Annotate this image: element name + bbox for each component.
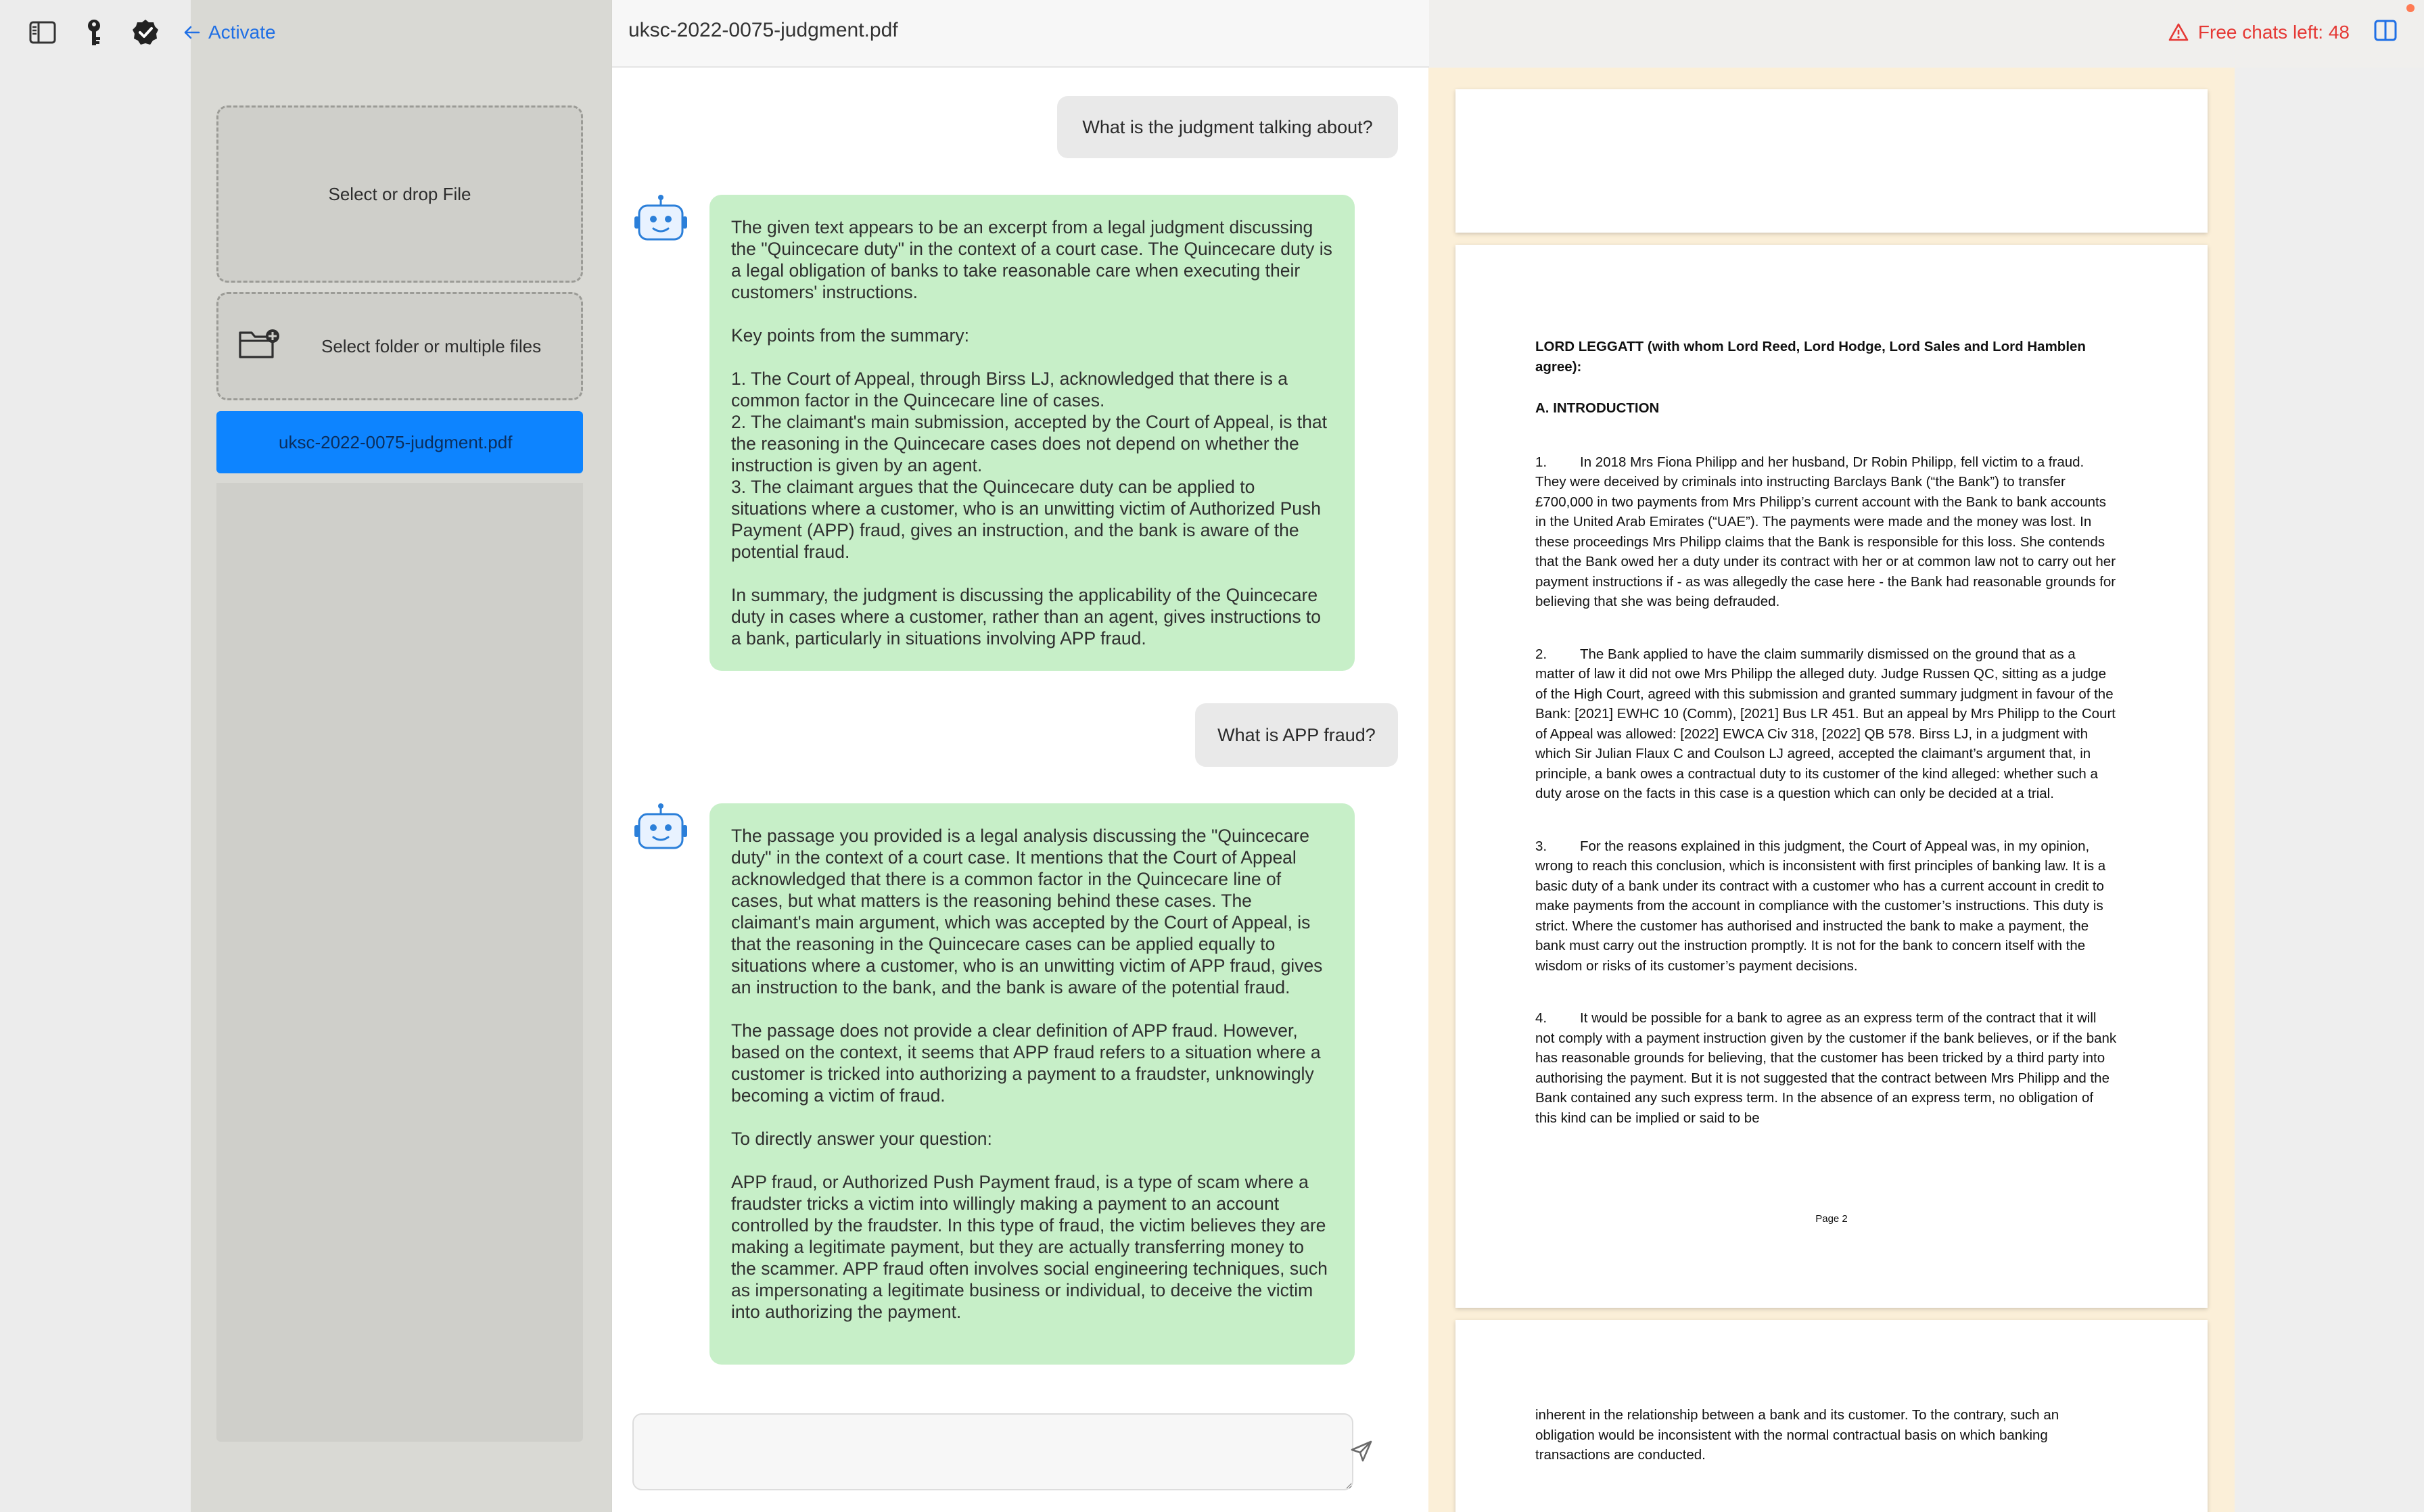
top-right-status: Free chats left: 48 [2168, 19, 2397, 45]
pdf-page [1455, 89, 2208, 233]
chat-header: uksc-2022-0075-judgment.pdf [612, 0, 1429, 68]
pdf-section-title: A. INTRODUCTION [1535, 400, 1660, 416]
send-icon[interactable] [1349, 1439, 1374, 1463]
pdf-page: LORD LEGGATT (with whom Lord Reed, Lord … [1455, 245, 2208, 1308]
free-chats-indicator[interactable]: Free chats left: 48 [2168, 22, 2350, 43]
split-view-icon[interactable] [2374, 19, 2397, 45]
top-toolbar: Activate [27, 15, 276, 50]
drop-file-zone[interactable]: Select or drop File [216, 105, 583, 283]
file-list [216, 483, 583, 1442]
user-message-text: What is APP fraud? [1217, 724, 1376, 745]
bot-message: The passage you provided is a legal anal… [709, 803, 1355, 1365]
arrow-left-icon [184, 26, 200, 39]
verified-badge-icon[interactable] [130, 17, 161, 48]
pdf-paragraph: 4. It would be possible for a bank to agr… [1535, 1010, 2117, 1126]
file-name: uksc-2022-0075-judgment.pdf [279, 431, 513, 452]
pdf-paragraph: 2. The Bank applied to have the claim sum… [1535, 646, 2116, 802]
sidebar-toggle-icon[interactable] [27, 17, 58, 48]
free-chats-label: Free chats left: 48 [2197, 21, 2350, 43]
pdf-paragraph: 3. For the reasons explained in this judg… [1535, 838, 2106, 974]
pdf-page-number: Page 2 [1815, 1213, 1848, 1225]
left-rail [0, 0, 191, 1512]
chat-input[interactable] [632, 1413, 1353, 1490]
folder-add-icon [237, 327, 282, 366]
notification-dot [2406, 4, 2415, 12]
user-message-text: What is the judgment talking about? [1082, 116, 1373, 137]
drop-folder-label: Select folder or multiple files [321, 335, 542, 356]
activate-label: Activate [208, 22, 276, 43]
bot-message: The given text appears to be an excerpt … [709, 195, 1355, 671]
drop-file-label: Select or drop File [328, 183, 471, 204]
pdf-viewer[interactable]: LORD LEGGATT (with whom Lord Reed, Lord … [1428, 68, 2235, 1512]
warning-icon [2168, 23, 2189, 41]
bot-avatar-icon [632, 193, 689, 250]
pdf-page: inherent in the relationship between a b… [1455, 1320, 2208, 1512]
user-message: What is the judgment talking about? [1057, 96, 1398, 158]
pdf-page-content: LORD LEGGATT (with whom Lord Reed, Lord … [1535, 337, 2118, 1128]
pdf-paragraph: inherent in the relationship between a b… [1535, 1407, 2059, 1463]
pdf-paragraph: 1. In 2018 Mrs Fiona Philipp and her husb… [1535, 454, 2116, 610]
pdf-right-rail [2235, 68, 2424, 1512]
chat-pane: uksc-2022-0075-judgment.pdf What is the … [611, 0, 1429, 1512]
user-message: What is APP fraud? [1195, 703, 1398, 767]
select-folder-zone[interactable]: Select folder or multiple files [216, 292, 583, 400]
file-list-item[interactable]: uksc-2022-0075-judgment.pdf [216, 411, 583, 473]
bot-avatar-icon [632, 802, 689, 859]
key-icon[interactable] [78, 17, 110, 48]
document-title: uksc-2022-0075-judgment.pdf [628, 19, 898, 41]
activate-link[interactable]: Activate [181, 22, 276, 43]
pdf-heading: LORD LEGGATT (with whom Lord Reed, Lord … [1535, 339, 2086, 375]
